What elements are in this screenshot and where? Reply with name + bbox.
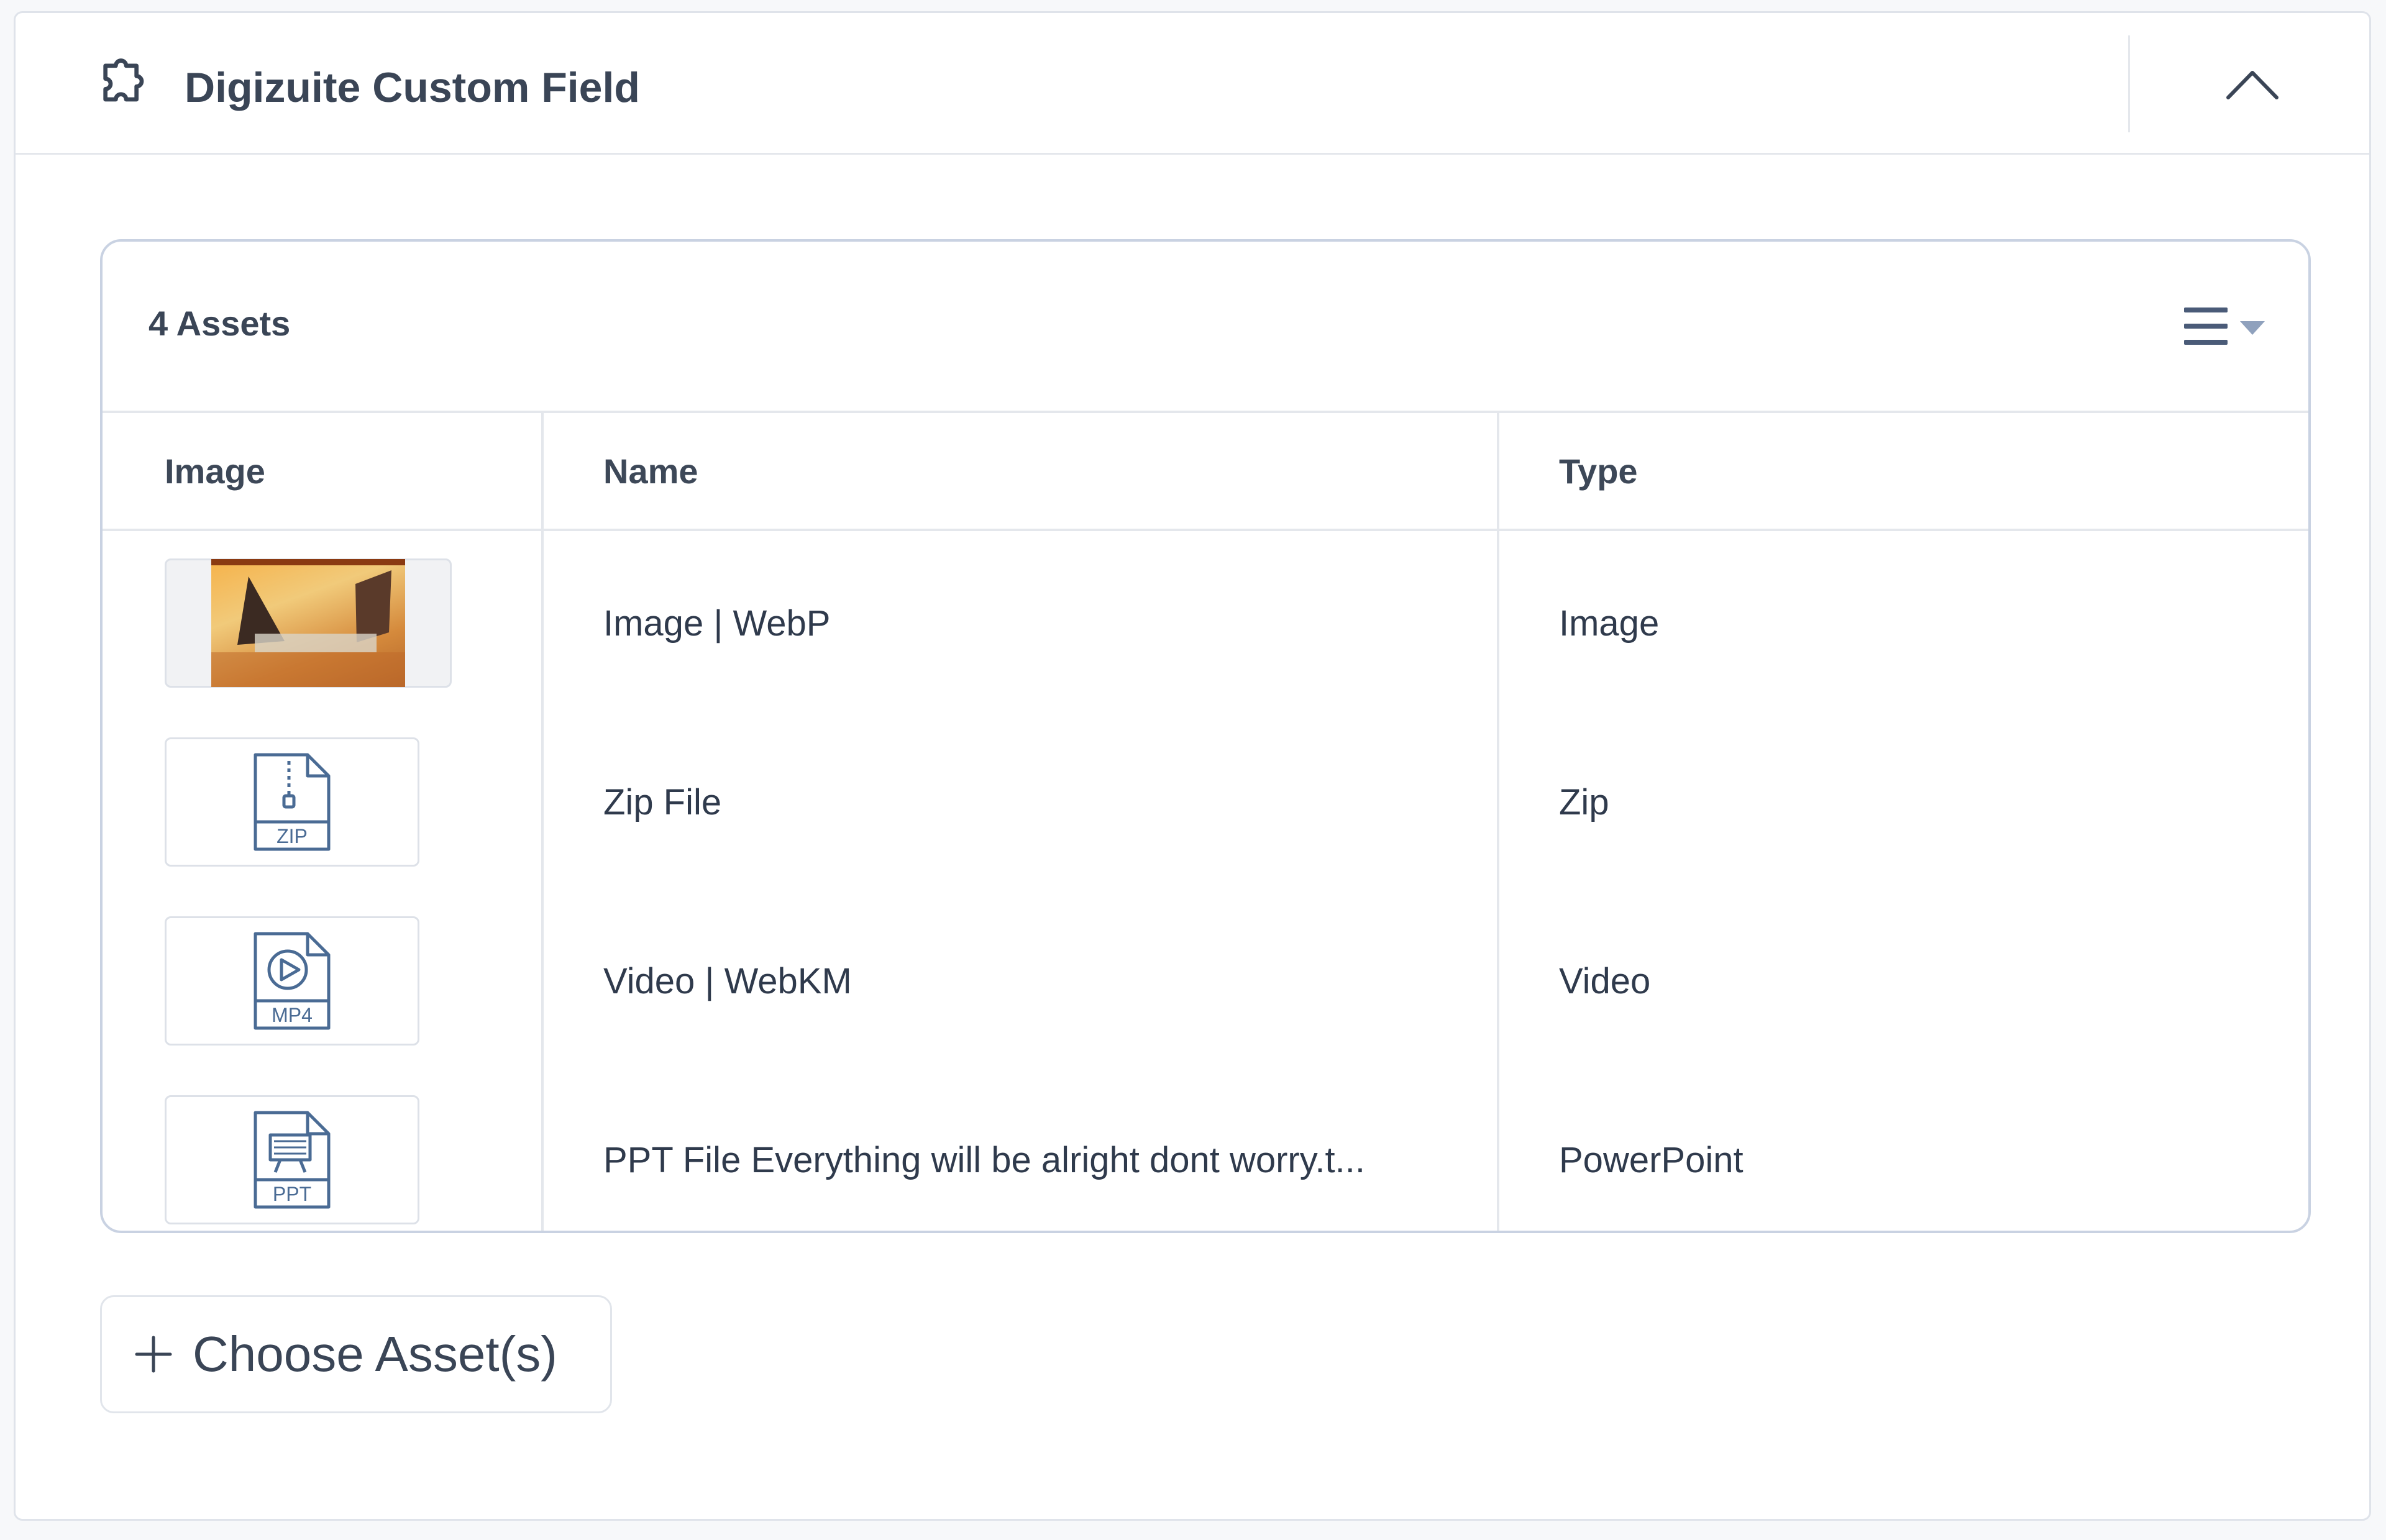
collapse-button[interactable] [2190, 44, 2315, 125]
table-header: Image Name Type [103, 413, 2308, 531]
svg-text:MP4: MP4 [272, 1004, 313, 1026]
table-row[interactable]: MP4 Video | WebKM Video [103, 891, 2308, 1070]
assets-list: 4 Assets Image Name Type Image | WebP Im… [100, 239, 2311, 1233]
table-row[interactable]: PPT PPT File Everything will be alright … [103, 1070, 2308, 1231]
svg-text:ZIP: ZIP [277, 825, 308, 847]
assets-count: 4 Assets [149, 304, 291, 343]
table-row[interactable]: ZIP Zip File Zip [103, 713, 2308, 891]
asset-thumbnail[interactable]: ZIP [165, 737, 419, 867]
panel-title: Digizuite Custom Field [185, 64, 640, 111]
panel-header: Digizuite Custom Field [16, 13, 2369, 155]
choose-assets-button[interactable]: Choose Asset(s) [100, 1295, 612, 1413]
assets-table: Image Name Type Image | WebP Image ZIP Z… [103, 411, 2308, 1231]
choose-assets-label: Choose Asset(s) [193, 1326, 557, 1382]
asset-type: PowerPoint [1559, 1140, 1744, 1180]
presentation-file-icon: PPT [254, 1111, 331, 1209]
chevron-up-icon [2226, 71, 2279, 99]
zip-file-icon: ZIP [254, 753, 331, 851]
asset-thumbnail[interactable]: PPT [165, 1095, 419, 1224]
column-header-type[interactable]: Type [1559, 452, 1638, 491]
custom-field-panel: Digizuite Custom Field 4 Assets Image Na… [14, 11, 2371, 1521]
puzzle-plugin-icon [103, 58, 144, 102]
view-mode-menu[interactable] [2178, 293, 2277, 361]
asset-thumbnail[interactable] [165, 558, 452, 688]
column-header-name[interactable]: Name [603, 452, 698, 491]
svg-text:PPT: PPT [273, 1183, 311, 1205]
asset-type: Zip [1559, 782, 1609, 822]
column-header-image[interactable]: Image [165, 452, 265, 491]
asset-type: Video [1559, 961, 1651, 1001]
asset-thumbnail[interactable]: MP4 [165, 916, 419, 1046]
asset-name: Zip File [603, 782, 722, 822]
plus-icon [135, 1336, 172, 1373]
header-divider [2128, 35, 2130, 132]
table-row[interactable]: Image | WebP Image [103, 534, 2308, 713]
video-file-icon: MP4 [254, 932, 331, 1030]
asset-name: Video | WebKM [603, 961, 852, 1001]
photo-thumbnail-image [211, 559, 405, 687]
asset-name: PPT File Everything will be alright dont… [603, 1140, 1365, 1180]
list-view-icon [2184, 308, 2265, 345]
asset-name: Image | WebP [603, 603, 831, 644]
asset-type: Image [1559, 603, 1660, 644]
